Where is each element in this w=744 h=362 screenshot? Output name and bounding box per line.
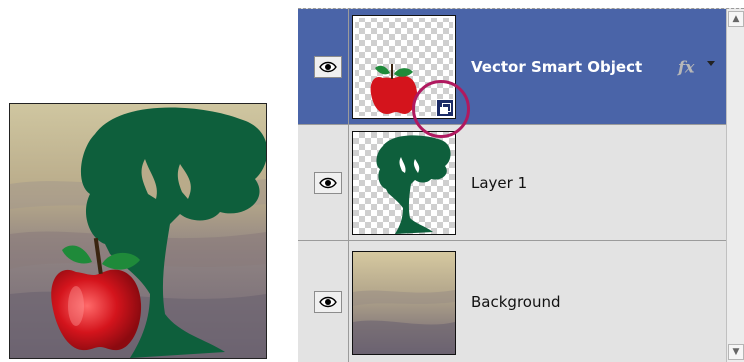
visibility-toggle[interactable] [308, 125, 348, 240]
visibility-toggle[interactable] [308, 241, 348, 362]
layer-row-vector-smart-object[interactable]: Vector Smart Object fx [298, 9, 726, 125]
layer-row-background[interactable]: Background [298, 241, 726, 362]
layer-name: Background [471, 292, 561, 311]
visibility-toggle[interactable] [308, 9, 348, 124]
layers-panel: Vector Smart Object fx Layer 1 Backgroun… [298, 8, 744, 362]
scroll-up-icon[interactable]: ▲ [728, 11, 744, 27]
column-divider [348, 241, 349, 362]
eye-icon [319, 177, 337, 188]
layer-thumbnail [352, 251, 456, 355]
column-divider [348, 125, 349, 240]
layer-name: Layer 1 [471, 173, 528, 192]
fx-icon[interactable]: fx [678, 57, 694, 76]
scroll-down-icon[interactable]: ▼ [728, 344, 744, 360]
layers-scrollbar[interactable]: ▲ ▼ [726, 9, 744, 362]
layer-name: Vector Smart Object [471, 57, 643, 76]
column-divider [348, 9, 349, 124]
composite-preview-image [9, 103, 267, 359]
smart-object-callout-ring [412, 80, 470, 138]
chevron-down-icon[interactable] [707, 61, 715, 66]
layer-thumbnail [352, 131, 456, 235]
eye-icon [319, 61, 337, 72]
layer-row-layer-1[interactable]: Layer 1 [298, 125, 726, 241]
eye-icon [319, 296, 337, 307]
